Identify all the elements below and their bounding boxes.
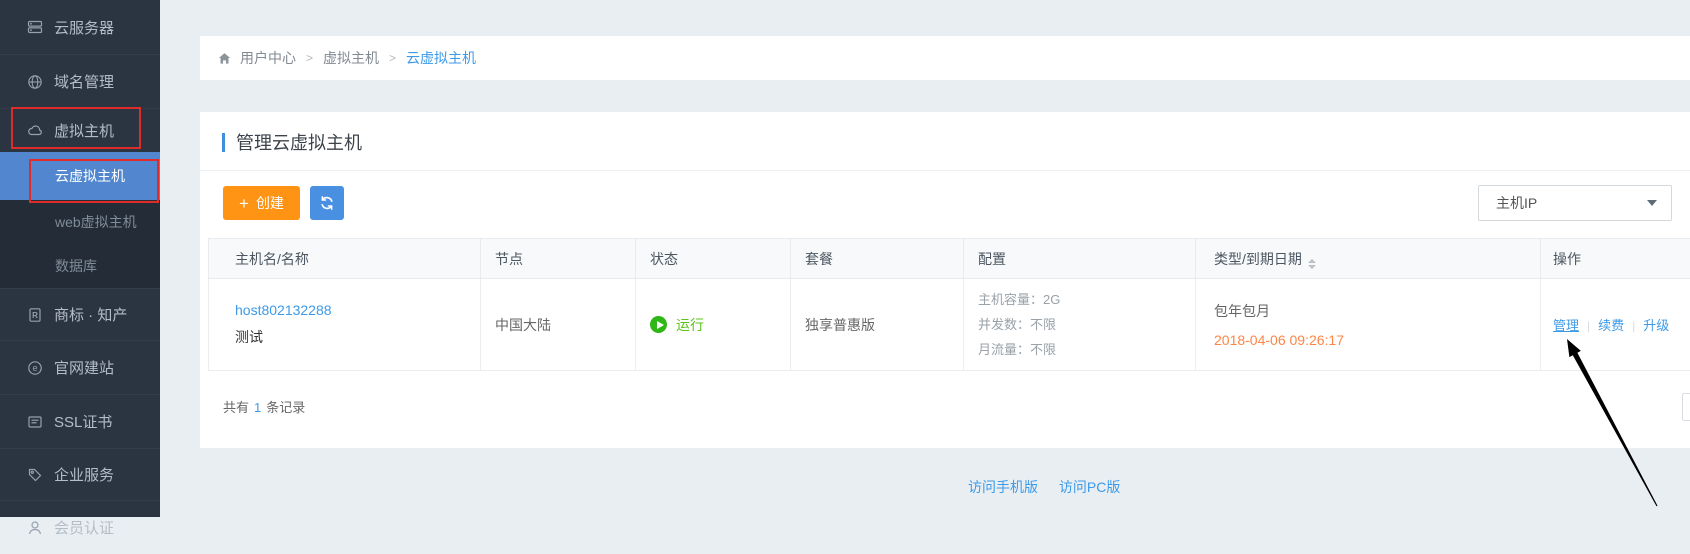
person-icon <box>27 520 43 536</box>
status-running-icon <box>650 316 667 333</box>
record-count-summary: 共有1条记录 <box>223 397 1690 416</box>
sidebar-item-trademark[interactable]: R 商标 · 知产 <box>0 288 160 340</box>
sidebar-subitem-label: 云虚拟主机 <box>55 166 125 186</box>
refresh-icon <box>319 195 335 211</box>
upgrade-link[interactable]: 升级 <box>1643 318 1669 333</box>
certificate-icon <box>27 414 43 430</box>
sidebar-item-virtual-host[interactable]: 虚拟主机 <box>0 108 160 152</box>
cell-node: 中国大陆 <box>481 279 636 371</box>
renew-link[interactable]: 续费 <box>1598 318 1624 333</box>
expire-date: 2018-04-06 09:26:17 <box>1214 332 1540 348</box>
config-capacity: 主机容量：2G <box>978 287 1195 312</box>
sidebar-item-label: 会员认证 <box>54 517 114 538</box>
title-accent-bar <box>222 133 225 152</box>
cell-actions: 管理 | 续费 | 升级 <box>1541 279 1690 371</box>
filter-selected-value: 主机IP <box>1496 193 1647 213</box>
create-button[interactable]: + 创建 <box>223 186 300 220</box>
tag-icon <box>27 467 43 483</box>
sidebar-subitem-cloud-vhost[interactable]: 云虚拟主机 <box>0 152 160 200</box>
column-header-plan: 套餐 <box>791 239 964 279</box>
breadcrumb-item-user-center[interactable]: 用户中心 <box>240 48 296 68</box>
breadcrumb-separator: > <box>306 51 313 65</box>
sidebar-item-label: 虚拟主机 <box>54 120 114 141</box>
svg-text:e: e <box>32 363 37 373</box>
sidebar-item-label: 官网建站 <box>54 357 114 378</box>
home-icon <box>217 51 232 66</box>
cell-plan: 独享普惠版 <box>791 279 964 371</box>
sidebar-item-domain[interactable]: 域名管理 <box>0 54 160 108</box>
column-header-node: 节点 <box>481 239 636 279</box>
host-name-link[interactable]: host802132288 <box>235 302 332 318</box>
sidebar-item-label: 商标 · 知产 <box>54 304 127 325</box>
breadcrumb: 用户中心 > 虚拟主机 > 云虚拟主机 <box>200 36 1690 80</box>
sidebar-item-website-builder[interactable]: e 官网建站 <box>0 340 160 394</box>
trademark-document-icon: R <box>27 307 43 323</box>
cloud-host-icon <box>27 123 43 139</box>
host-ip-filter-dropdown[interactable]: 主机IP <box>1478 185 1672 221</box>
cell-config: 主机容量：2G 并发数：不限 月流量：不限 <box>964 279 1196 371</box>
column-header-hostname: 主机名/名称 <box>209 239 481 279</box>
cell-type-expiry: 包年包月 2018-04-06 09:26:17 <box>1196 279 1541 371</box>
table-header-row: 主机名/名称 节点 状态 套餐 配置 类型/到期日期 操作 <box>209 239 1690 279</box>
breadcrumb-item-virtual-host[interactable]: 虚拟主机 <box>323 48 379 68</box>
refresh-button[interactable] <box>310 186 344 220</box>
billing-type: 包年包月 <box>1214 301 1540 321</box>
action-separator: | <box>1632 319 1635 333</box>
sidebar-item-member[interactable]: 会员认证 <box>0 500 160 554</box>
action-separator: | <box>1587 319 1590 333</box>
column-header-actions: 操作 <box>1541 239 1690 279</box>
breadcrumb-separator: > <box>389 51 396 65</box>
status-text: 运行 <box>676 315 704 335</box>
sidebar-item-label: 企业服务 <box>54 464 114 485</box>
sidebar-subitem-database[interactable]: 数据库 <box>0 244 160 288</box>
config-traffic: 月流量：不限 <box>978 337 1195 362</box>
sidebar-item-enterprise[interactable]: 企业服务 <box>0 448 160 500</box>
table-row: host802132288 测试 中国大陆 运行 独享普惠版 主机容量：2G 并… <box>209 279 1690 371</box>
sidebar-subitem-web-vhost[interactable]: web虚拟主机 <box>0 200 160 244</box>
globe-icon <box>27 74 43 90</box>
plus-icon: + <box>239 195 249 212</box>
page-title-row: 管理云虚拟主机 <box>200 112 1690 155</box>
sidebar-item-label: SSL证书 <box>54 411 112 432</box>
breadcrumb-item-cloud-vhost[interactable]: 云虚拟主机 <box>406 48 476 68</box>
sidebar-item-label: 云服务器 <box>54 17 114 38</box>
visit-pc-link[interactable]: 访问PC版 <box>1059 479 1120 495</box>
config-concurrency: 并发数：不限 <box>978 312 1195 337</box>
chevron-down-icon <box>1647 200 1657 206</box>
server-icon <box>27 19 43 35</box>
toolbar: + 创建 主机IP <box>200 185 1690 221</box>
pagination-button-clipped[interactable] <box>1682 393 1690 421</box>
sidebar-item-cloud-server[interactable]: 云服务器 <box>0 0 160 54</box>
page-title: 管理云虚拟主机 <box>236 129 362 155</box>
sidebar-subitem-label: web虚拟主机 <box>55 212 137 232</box>
visit-mobile-link[interactable]: 访问手机版 <box>968 479 1038 495</box>
column-header-config: 配置 <box>964 239 1196 279</box>
column-header-type-expiry[interactable]: 类型/到期日期 <box>1196 239 1541 279</box>
main-panel: 管理云虚拟主机 + 创建 主机IP 主机名/名称 节点 状态 套餐 <box>200 112 1690 448</box>
host-alias: 测试 <box>235 327 480 347</box>
sort-icon[interactable] <box>1308 259 1316 269</box>
sidebar-item-label: 域名管理 <box>54 71 114 92</box>
cell-hostname: host802132288 测试 <box>209 279 481 371</box>
title-divider <box>200 170 1690 171</box>
website-e-icon: e <box>27 360 43 376</box>
cell-status: 运行 <box>636 279 791 371</box>
sidebar: 云服务器 域名管理 虚拟主机 云虚拟主机 web虚拟主机 数据库 R 商标 · … <box>0 0 160 517</box>
footer-links: 访问手机版 访问PC版 <box>968 477 1120 497</box>
sidebar-item-ssl[interactable]: SSL证书 <box>0 394 160 448</box>
manage-link[interactable]: 管理 <box>1553 318 1579 333</box>
hosts-table: 主机名/名称 节点 状态 套餐 配置 类型/到期日期 操作 host802132… <box>208 238 1690 371</box>
sidebar-subitem-label: 数据库 <box>55 256 97 276</box>
column-header-status: 状态 <box>636 239 791 279</box>
sidebar-submenu: 云虚拟主机 web虚拟主机 数据库 <box>0 152 160 288</box>
record-count: 1 <box>254 400 261 415</box>
create-button-label: 创建 <box>256 193 284 213</box>
svg-text:R: R <box>32 311 38 320</box>
